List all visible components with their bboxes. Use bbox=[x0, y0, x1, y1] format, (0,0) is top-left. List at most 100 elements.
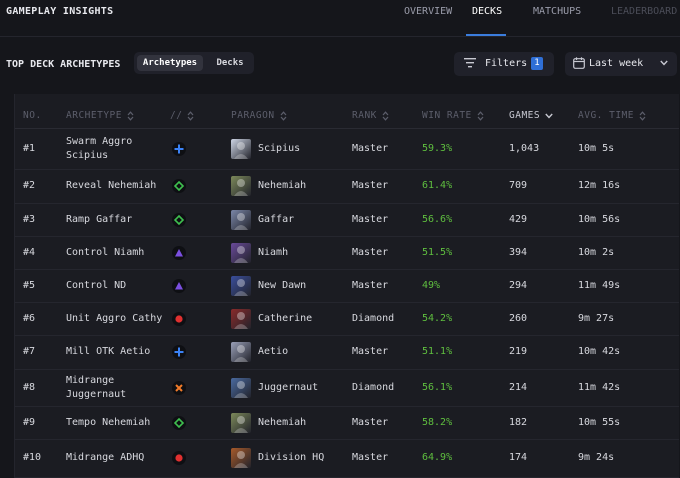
row-number: #8 bbox=[23, 381, 36, 393]
faction-red-circle-icon bbox=[172, 311, 186, 326]
faction-orange-x-icon bbox=[172, 380, 186, 395]
faction-green-diamond-icon bbox=[172, 179, 186, 193]
sort-icon bbox=[477, 110, 484, 121]
archetype-name: Tempo Nehemiah bbox=[66, 416, 151, 428]
table-header: NO. ARCHETYPE // PARAGON RANK WIN RATE G… bbox=[15, 94, 679, 129]
archetype-name: Reveal Nehemiah bbox=[66, 180, 157, 191]
games-count: 260 bbox=[509, 312, 528, 324]
faction-red-circle-icon bbox=[172, 451, 186, 465]
win-rate: 51.1% bbox=[422, 346, 453, 357]
games-count: 174 bbox=[509, 452, 528, 463]
table-row[interactable]: #10 Midrange ADHQ Division HQ Master 64.9% 17… bbox=[15, 439, 679, 478]
paragon-name: Juggernaut bbox=[258, 381, 319, 393]
app-title: GAMEPLAY INSIGHTS bbox=[6, 6, 114, 17]
table-row[interactable]: #8 Midrange Juggernaut Juggernaut Diamond 56.… bbox=[15, 369, 679, 407]
games-count: 219 bbox=[509, 346, 528, 357]
col-no[interactable]: NO. bbox=[23, 110, 42, 121]
date-range-select[interactable]: Last week bbox=[565, 52, 677, 76]
rank: Master bbox=[352, 246, 389, 258]
row-number: #10 bbox=[23, 452, 42, 463]
active-nav-indicator bbox=[466, 34, 506, 36]
archetype-name: Ramp Gaffar bbox=[66, 213, 133, 225]
paragon-portrait bbox=[231, 412, 251, 433]
table-row[interactable]: #6 Unit Aggro Cathy Catherine Diamond 54.2% 2… bbox=[15, 302, 679, 336]
archetype-name-line2: Scipius bbox=[66, 150, 109, 161]
col-rank[interactable]: RANK bbox=[352, 110, 389, 121]
rank: Diamond bbox=[352, 312, 395, 324]
paragon-name: Gaffar bbox=[258, 213, 295, 225]
filters-count-badge: 1 bbox=[531, 57, 543, 70]
table-row[interactable]: #7 Mill OTK Aetio Aetio Master 51.1% 219 10m 4… bbox=[15, 335, 679, 370]
sort-descending-icon bbox=[545, 113, 553, 119]
col-faction[interactable]: // bbox=[170, 110, 194, 121]
paragon-portrait bbox=[231, 448, 251, 468]
table-row[interactable]: #2 Reveal Nehemiah Nehemiah Master 61.4% 709 1… bbox=[15, 169, 679, 204]
win-rate: 61.4% bbox=[422, 180, 453, 191]
paragon-name: Catherine bbox=[258, 312, 313, 324]
rank: Master bbox=[352, 213, 389, 225]
avg-time: 10m 5s bbox=[578, 143, 615, 154]
segment-decks[interactable]: Decks bbox=[210, 55, 250, 71]
archetype-name: Midrange ADHQ bbox=[66, 452, 145, 463]
avg-time: 10m 42s bbox=[578, 346, 621, 357]
avg-time: 11m 42s bbox=[578, 381, 621, 393]
rank: Master bbox=[352, 143, 389, 154]
nav-leaderboard[interactable]: LEADERBOARD bbox=[611, 6, 677, 17]
games-count: 294 bbox=[509, 279, 528, 291]
filters-button[interactable]: Filters 1 bbox=[454, 52, 554, 76]
date-range-value: Last week bbox=[589, 58, 644, 69]
sort-icon bbox=[188, 110, 194, 121]
paragon-portrait bbox=[231, 275, 251, 296]
paragon-name: Niamh bbox=[258, 246, 289, 258]
filters-label: Filters bbox=[485, 58, 528, 69]
col-win-rate[interactable]: WIN RATE bbox=[422, 110, 484, 121]
paragon-name: Division HQ bbox=[258, 452, 325, 463]
table-row[interactable]: #3 Ramp Gaffar Gaffar Master 56.6% 429 10m 56s bbox=[15, 203, 679, 237]
table-row[interactable]: #1 Swarm Aggro Scipius Scipius Master 59.3% 1,… bbox=[15, 129, 679, 170]
rank: Master bbox=[352, 346, 389, 357]
paragon-portrait bbox=[231, 342, 251, 362]
avg-time: 9m 27s bbox=[578, 312, 615, 324]
paragon-name: Nehemiah bbox=[258, 180, 307, 191]
avg-time: 12m 16s bbox=[578, 180, 621, 191]
games-count: 394 bbox=[509, 246, 528, 258]
win-rate: 64.9% bbox=[422, 452, 453, 463]
top-bar: GAMEPLAY INSIGHTS OVERVIEW DECKS MATCHUP… bbox=[0, 0, 680, 37]
table-row[interactable]: #9 Tempo Nehemiah Nehemiah Master 58.2% 182 10… bbox=[15, 406, 679, 440]
row-number: #1 bbox=[23, 143, 36, 154]
col-games[interactable]: GAMES bbox=[509, 110, 553, 121]
rank: Master bbox=[352, 416, 389, 428]
row-number: #7 bbox=[23, 346, 36, 357]
sort-icon bbox=[382, 110, 389, 121]
games-count: 214 bbox=[509, 381, 528, 393]
paragon-name: New Dawn bbox=[258, 279, 307, 291]
col-avg-time[interactable]: AVG. TIME bbox=[578, 110, 646, 121]
rank: Master bbox=[352, 180, 389, 191]
nav-overview[interactable]: OVERVIEW bbox=[404, 6, 452, 17]
rank: Master bbox=[352, 279, 389, 291]
games-count: 182 bbox=[509, 416, 528, 428]
sort-icon bbox=[127, 110, 134, 121]
nav-decks[interactable]: DECKS bbox=[472, 6, 502, 17]
archetype-name: Control Niamh bbox=[66, 246, 145, 258]
col-archetype[interactable]: ARCHETYPE bbox=[66, 110, 134, 121]
row-number: #4 bbox=[23, 246, 36, 258]
col-paragon[interactable]: PARAGON bbox=[231, 110, 287, 121]
paragon-name: Nehemiah bbox=[258, 416, 307, 428]
row-number: #6 bbox=[23, 312, 36, 324]
table-row[interactable]: #4 Control Niamh Niamh Master 51.5% 394 10m 2s bbox=[15, 236, 679, 270]
paragon-portrait bbox=[231, 176, 251, 196]
paragon-portrait bbox=[231, 242, 251, 263]
table-row[interactable]: #5 Control ND New Dawn Master 49% 294 11m 49s bbox=[15, 269, 679, 303]
faction-green-diamond-icon bbox=[172, 415, 186, 430]
win-rate: 51.5% bbox=[422, 246, 453, 258]
archetype-name: Unit Aggro Cathy bbox=[66, 312, 163, 324]
avg-time: 9m 24s bbox=[578, 452, 615, 463]
archetypes-table: NO. ARCHETYPE // PARAGON RANK WIN RATE G… bbox=[14, 94, 679, 478]
rank: Diamond bbox=[352, 381, 395, 393]
games-count: 1,043 bbox=[509, 143, 540, 154]
nav-matchups[interactable]: MATCHUPS bbox=[533, 6, 581, 17]
games-count: 709 bbox=[509, 180, 528, 191]
segment-archetypes[interactable]: Archetypes bbox=[137, 55, 203, 71]
row-number: #5 bbox=[23, 279, 36, 291]
